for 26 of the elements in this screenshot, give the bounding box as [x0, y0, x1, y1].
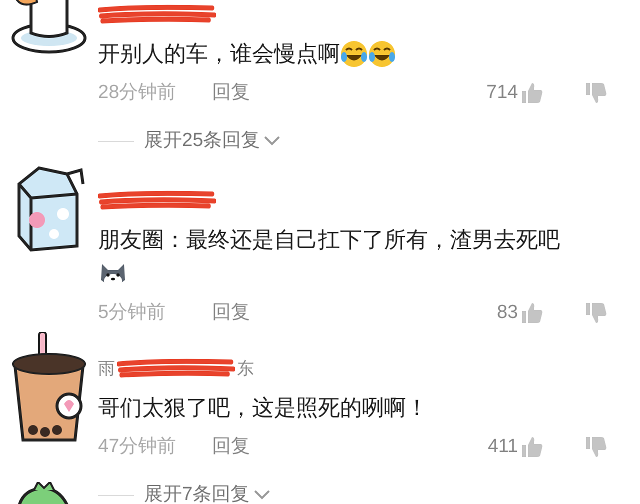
thumbs-up-icon[interactable]	[520, 81, 544, 105]
timestamp: 47分钟前	[98, 434, 178, 459]
reply-button[interactable]: 回复	[212, 78, 250, 108]
expand-replies-button[interactable]: 展开25条回复	[144, 126, 280, 156]
reply-button[interactable]: 回复	[212, 298, 250, 328]
username[interactable]: 雨	[98, 356, 115, 382]
comment-text: 开别人的车，谁会慢点啊	[98, 40, 340, 68]
laughing-emoji-icon	[340, 40, 368, 68]
comment-text: 朋友圈：最终还是自己扛下了所有，渣男去死吧	[98, 226, 560, 254]
thumbs-up-icon[interactable]	[520, 301, 544, 325]
like-count: 411	[488, 434, 518, 459]
reply-button[interactable]: 回复	[212, 432, 250, 462]
expand-replies-button[interactable]: 展开7条回复	[144, 480, 270, 504]
chevron-down-icon	[264, 136, 280, 146]
thumbs-down-icon[interactable]	[584, 81, 608, 105]
location-text: 东	[237, 358, 254, 380]
thumbs-down-icon[interactable]	[584, 435, 608, 459]
like-count: 83	[496, 300, 518, 325]
comment-text: 哥们太狠了吧，这是照死的咧啊！	[98, 394, 428, 422]
timestamp: 5分钟前	[98, 300, 167, 325]
thumbs-down-icon[interactable]	[584, 301, 608, 325]
chevron-down-icon	[254, 490, 270, 500]
timestamp: 28分钟前	[98, 80, 178, 105]
like-count: 714	[486, 80, 518, 105]
thumbs-up-icon[interactable]	[520, 435, 544, 459]
laughing-emoji-icon	[368, 40, 396, 68]
